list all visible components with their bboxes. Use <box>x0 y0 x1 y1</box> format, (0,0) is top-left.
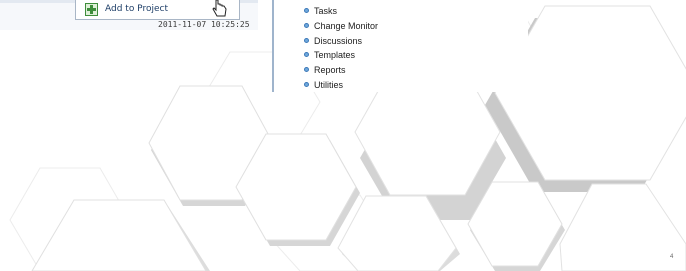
add-project-icon <box>85 3 98 16</box>
page-number: 4 <box>670 254 674 260</box>
bullet-icon <box>304 81 309 87</box>
list-item-label: Tasks <box>314 6 338 16</box>
list-item-label: Change Monitor <box>314 20 379 31</box>
application-screenshot-fragment: Add to Project 2011-11-07 10:25:25 <box>0 0 258 30</box>
bullet-icon <box>304 22 309 28</box>
partial-timestamp: 2011-11-07 10:25:25 <box>158 20 250 29</box>
list-item-label: Utilities <box>314 79 344 90</box>
hexagon <box>559 183 686 271</box>
bullet-icon <box>304 67 309 73</box>
list-item-label: Discussions <box>314 35 363 46</box>
hand-cursor-icon <box>212 0 227 17</box>
list-item-change-monitor[interactable]: Change Monitor <box>304 19 528 34</box>
list-item-templates[interactable]: Templates <box>304 48 528 63</box>
bullet-icon <box>304 8 309 13</box>
list-item-utilities[interactable]: Utilities <box>304 78 528 93</box>
list-item-reports[interactable]: Reports <box>304 63 528 78</box>
slide: Add to Project 2011-11-07 10:25:25 Tasks… <box>0 0 686 271</box>
bullet-icon <box>304 37 309 43</box>
list-item-label: Reports <box>314 65 346 76</box>
feature-list-panel: Tasks Change Monitor Discussions Templat… <box>272 0 528 92</box>
list-item-discussions[interactable]: Discussions <box>304 34 528 49</box>
hexagon <box>31 199 207 271</box>
list-item-label: Templates <box>314 50 356 61</box>
feature-list: Tasks Change Monitor Discussions Templat… <box>274 0 528 93</box>
list-item-tasks[interactable]: Tasks <box>304 4 528 19</box>
menu-item-label: Add to Project <box>105 4 168 14</box>
bullet-icon <box>304 52 309 58</box>
